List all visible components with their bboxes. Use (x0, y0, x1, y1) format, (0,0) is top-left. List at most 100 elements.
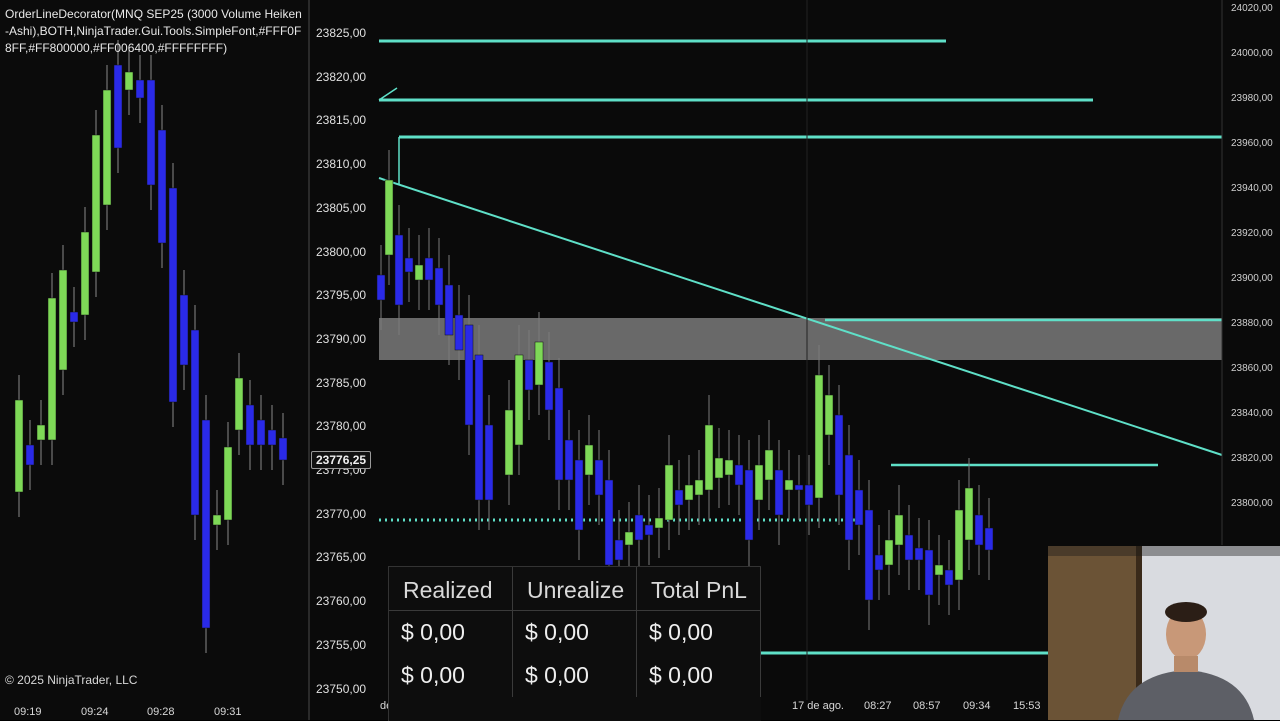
price-tick-label: 23820,00 (1231, 453, 1273, 464)
candle-body (764, 449, 774, 481)
candle-body (654, 517, 664, 529)
candle-body (376, 274, 386, 301)
candle-body (604, 479, 614, 566)
candle-body (190, 329, 200, 516)
candle-body (524, 359, 534, 391)
candle-body (179, 294, 189, 366)
time-label: 08:57 (913, 700, 941, 712)
candle-body (984, 527, 994, 551)
candle-body (844, 454, 854, 541)
price-tick-label: 23785,00 (316, 375, 367, 390)
pnl-value: $ 0,00 (637, 611, 761, 654)
candle-body (434, 267, 444, 306)
candle-body (734, 464, 744, 486)
candle-body (256, 419, 266, 446)
candle-body (724, 459, 734, 476)
candle-body (614, 539, 624, 561)
candle-body (124, 71, 134, 91)
price-tick-label: 23980,00 (1231, 93, 1273, 104)
time-label: 09:34 (963, 700, 991, 712)
candle-body (14, 399, 24, 493)
candle-body (664, 464, 674, 521)
candle-body (974, 514, 984, 546)
candle-body (36, 424, 46, 441)
candle-body (278, 437, 288, 461)
candle-body (674, 489, 684, 506)
time-label: 17 de ago. (792, 700, 844, 712)
pnl-value: $ 0,00 (513, 611, 637, 654)
candle-body (894, 514, 904, 546)
time-label: 09:24 (81, 706, 109, 718)
pnl-value: $ 0,00 (389, 611, 513, 654)
candle-body (864, 509, 874, 601)
time-label: 15:53 (1013, 700, 1041, 712)
left-chart-pane[interactable]: OrderLineDecorator(MNQ SEP25 (3000 Volum… (0, 0, 308, 720)
candle-body (634, 514, 644, 541)
price-tick-label: 23860,00 (1231, 363, 1273, 374)
price-tick-label: 23825,00 (316, 26, 367, 40)
candle-body (584, 444, 594, 476)
candle-body (814, 374, 824, 499)
candle-body (464, 324, 474, 426)
price-tick-label: 23940,00 (1231, 183, 1273, 194)
candle-body (474, 354, 484, 501)
candle-body (574, 459, 584, 531)
candle-body (744, 469, 754, 541)
price-tick-label: 23800,00 (1231, 498, 1273, 509)
candle-body (201, 419, 211, 629)
candle-body (484, 424, 494, 501)
candle-body (414, 264, 424, 281)
candle-body (774, 469, 784, 516)
candle-body (854, 489, 864, 526)
price-tick-label: 23770,00 (316, 506, 367, 521)
time-label: 09:28 (147, 706, 175, 718)
candle-body (80, 231, 90, 316)
supply-zone (379, 318, 1222, 360)
pnl-panel: Realized Unrealize Total PnL $ 0,00 $ 0,… (388, 566, 761, 721)
candle-body (914, 547, 924, 561)
price-tick-label: 24000,00 (1231, 48, 1273, 59)
candle-body (924, 549, 934, 596)
candle-body (624, 531, 634, 546)
candle-body (69, 311, 79, 323)
time-label: 08:27 (864, 700, 892, 712)
candle-body (404, 257, 414, 273)
price-tick-label: 24020,00 (1231, 3, 1273, 14)
candle-body (394, 234, 404, 306)
left-candles (14, 40, 288, 653)
candle-body (694, 479, 704, 496)
candle-body (834, 414, 844, 496)
price-tick-label: 23800,00 (316, 244, 367, 259)
price-tick-label: 23820,00 (316, 69, 367, 84)
webcam-image (1048, 546, 1280, 720)
candle-body (534, 341, 544, 386)
candle-body (754, 464, 764, 501)
current-price-label: 23776,25 (311, 451, 372, 469)
candle-body (684, 484, 694, 501)
candle-body (223, 446, 233, 521)
price-tick-label: 23900,00 (1231, 273, 1273, 284)
candle-body (514, 354, 524, 446)
level-line (378, 87, 398, 101)
candle-body (714, 457, 724, 479)
candle-body (824, 394, 834, 436)
candle-body (594, 459, 604, 496)
price-tick-label: 23920,00 (1231, 228, 1273, 239)
candle-body (454, 314, 464, 351)
price-tick-label: 23805,00 (316, 200, 367, 215)
candle-body (884, 539, 894, 566)
candle-body (424, 257, 434, 281)
candle-body (804, 484, 814, 506)
candle-body (784, 479, 794, 491)
candle-body (47, 297, 57, 441)
candle-body (794, 484, 804, 491)
price-tick-label: 23765,00 (316, 550, 367, 565)
price-tick-label: 23790,00 (316, 331, 367, 346)
candle-body (168, 187, 178, 403)
candle-body (874, 554, 884, 571)
candle-body (644, 524, 654, 536)
pnl-value: $ 0,00 (389, 654, 513, 697)
candle-body (135, 79, 145, 99)
candle-body (554, 387, 564, 481)
candle-body (934, 564, 944, 576)
